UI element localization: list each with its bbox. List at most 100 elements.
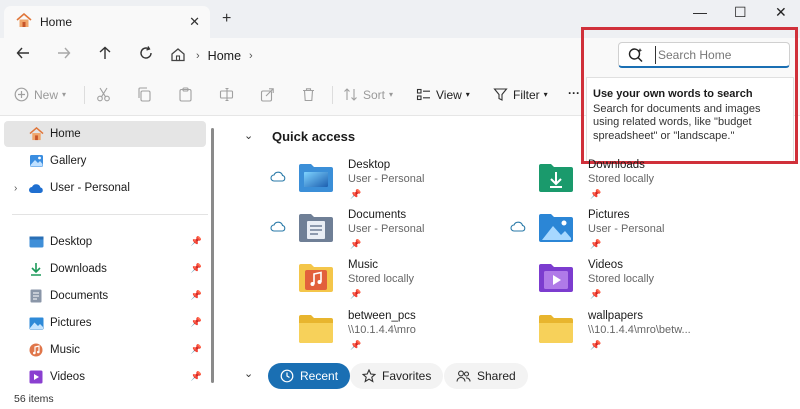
main-content: ⌄ Quick access Desktop User - Personal 📌…	[222, 117, 800, 391]
quick-access-item-videos[interactable]: Videos Stored locally 📌	[538, 259, 778, 305]
item-location: Stored locally	[588, 273, 655, 285]
pictures-folder-icon	[538, 213, 574, 243]
toolbar-divider	[332, 86, 333, 104]
breadcrumb-home[interactable]: Home	[208, 49, 241, 63]
pin-icon: 📌	[190, 236, 202, 246]
quick-access-item-music[interactable]: Music Stored locally 📌	[298, 259, 538, 305]
sort-button[interactable]: Sort ▾	[343, 87, 393, 102]
sidebar-item-downloads[interactable]: Downloads 📌	[4, 256, 206, 282]
sidebar-item-home[interactable]: Home	[4, 121, 206, 147]
tab-favorites[interactable]: Favorites	[350, 363, 444, 389]
new-button[interactable]: New ▾	[14, 87, 66, 102]
sidebar-item-documents[interactable]: Documents 📌	[4, 283, 206, 309]
tab-home[interactable]: Home ✕	[4, 6, 210, 38]
filter-button[interactable]: Filter ▾	[493, 87, 548, 102]
chevron-down-icon: ▾	[543, 90, 548, 99]
sidebar-item-videos[interactable]: Videos 📌	[4, 364, 206, 390]
minimize-button[interactable]: —	[693, 4, 707, 20]
pin-icon: 📌	[590, 239, 602, 249]
pin-icon: 📌	[190, 371, 202, 381]
view-button[interactable]: View ▾	[416, 87, 470, 102]
forward-button[interactable]	[57, 46, 71, 64]
quick-access-item-wallpapers[interactable]: wallpapers \\10.1.4.4\mro\betw... 📌	[538, 310, 778, 356]
chevron-down-icon: ▾	[62, 90, 67, 99]
filter-label: Filter	[513, 87, 540, 102]
quick-access-item-desktop[interactable]: Desktop User - Personal 📌	[270, 159, 538, 205]
plus-circle-icon	[14, 87, 29, 102]
chevron-down-icon[interactable]: ⌄	[244, 129, 253, 142]
more-options-icon: ···	[568, 86, 580, 100]
pin-icon: 📌	[190, 344, 202, 354]
network-folder-icon	[298, 314, 334, 344]
sidebar-item-label: Pictures	[50, 317, 92, 329]
music-folder-icon	[298, 263, 334, 293]
home-icon	[28, 127, 44, 141]
sidebar-item-pictures[interactable]: Pictures 📌	[4, 310, 206, 336]
sort-icon	[344, 88, 357, 101]
chevron-down-icon[interactable]: ⌄	[244, 367, 253, 380]
item-location: User - Personal	[588, 223, 665, 235]
rename-icon[interactable]	[219, 87, 234, 102]
navigation-pane: Home Gallery › User - Personal Desktop 📌…	[0, 117, 214, 391]
quick-access-item-pictures[interactable]: Pictures User - Personal 📌	[510, 209, 778, 255]
sidebar-item-desktop[interactable]: Desktop 📌	[4, 229, 206, 255]
pin-icon: 📌	[350, 289, 362, 299]
close-window-button[interactable]: ✕	[775, 4, 787, 21]
onedrive-icon	[28, 181, 44, 195]
sidebar-item-label: Music	[50, 344, 81, 356]
chevron-right-icon[interactable]: ›	[14, 183, 17, 194]
sidebar-item-label: User - Personal	[50, 182, 130, 194]
paste-icon[interactable]	[178, 87, 193, 102]
back-button[interactable]	[16, 46, 30, 64]
up-button[interactable]	[98, 46, 112, 64]
delete-icon[interactable]	[301, 87, 316, 102]
arrow-left-icon	[16, 47, 29, 59]
arrow-up-icon	[99, 46, 111, 59]
sidebar-item-gallery[interactable]: Gallery	[4, 148, 206, 174]
new-label: New	[34, 87, 59, 102]
close-tab-icon[interactable]: ✕	[189, 14, 200, 30]
pin-icon: 📌	[590, 289, 602, 299]
clock-icon	[280, 369, 294, 383]
more-options-button[interactable]: ···	[568, 86, 580, 100]
quick-access-item-downloads[interactable]: Downloads Stored locally 📌	[538, 159, 778, 205]
pin-icon: 📌	[190, 263, 202, 273]
new-tab-button[interactable]: +	[222, 10, 231, 28]
sidebar-item-onedrive[interactable]: › User - Personal	[4, 175, 206, 201]
item-location: User - Personal	[348, 173, 425, 185]
videos-icon	[28, 370, 44, 384]
videos-folder-icon	[538, 263, 574, 293]
quick-access-item-between-pcs[interactable]: between_pcs \\10.1.4.4\mro 📌	[298, 310, 538, 356]
arrow-right-icon	[58, 47, 71, 59]
sidebar-item-music[interactable]: Music 📌	[4, 337, 206, 363]
cloud-status-icon	[270, 221, 286, 235]
tab-label: Shared	[477, 369, 516, 383]
maximize-button[interactable]: ☐	[734, 4, 747, 21]
sidebar-item-label: Desktop	[50, 236, 93, 248]
copy-icon[interactable]	[137, 87, 152, 102]
item-name: Pictures	[588, 209, 630, 221]
downloads-icon	[28, 262, 44, 276]
filter-icon	[493, 88, 508, 101]
tab-recent[interactable]: Recent	[268, 363, 351, 389]
tab-shared[interactable]: Shared	[444, 363, 528, 389]
downloads-folder-icon	[538, 163, 574, 193]
breadcrumb[interactable]: › Home ›	[170, 42, 580, 70]
chevron-right-icon[interactable]: ›	[249, 50, 253, 62]
chevron-down-icon: ▾	[465, 90, 470, 99]
item-name: Desktop	[348, 159, 391, 171]
sidebar-scrollbar[interactable]	[211, 128, 214, 383]
quick-access-item-documents[interactable]: Documents User - Personal 📌	[270, 209, 538, 255]
pictures-icon	[28, 316, 44, 330]
cloud-status-icon	[270, 171, 286, 185]
star-icon	[362, 369, 376, 383]
documents-icon	[28, 289, 44, 303]
tab-label: Recent	[300, 369, 339, 383]
people-icon	[456, 369, 471, 383]
share-icon[interactable]	[260, 87, 275, 102]
status-bar: 56 items	[0, 391, 800, 409]
pin-icon: 📌	[350, 189, 362, 199]
refresh-button[interactable]	[139, 46, 153, 64]
cut-icon[interactable]	[96, 87, 111, 102]
item-location: \\10.1.4.4\mro	[348, 324, 416, 336]
